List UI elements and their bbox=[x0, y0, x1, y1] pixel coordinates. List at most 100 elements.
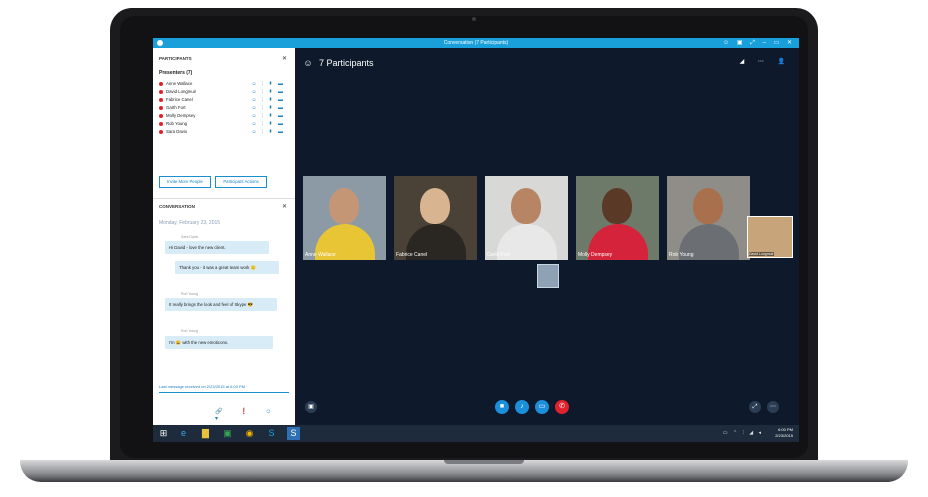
hang-up-button[interactable]: ✆ bbox=[555, 400, 569, 414]
message-sender: Rob Young bbox=[181, 292, 199, 296]
window-controls[interactable]: ☺ ▣ ⤢ – ▭ ✕ bbox=[723, 38, 795, 48]
presenters-label: Presenters (7) bbox=[159, 70, 193, 76]
video-tile-name: Anne Wallace bbox=[305, 252, 336, 258]
title-bar: Conversation (7 Participants) ☺ ▣ ⤢ – ▭ … bbox=[153, 38, 799, 48]
browser-icon[interactable]: e bbox=[177, 427, 190, 440]
participants-header: PARTICIPANTS bbox=[159, 56, 192, 61]
active-speaker-tile[interactable]: David Longmuir bbox=[747, 216, 793, 258]
video-tile-name: Molly Dempsey bbox=[578, 252, 613, 258]
participant-status-icons: ☺ ⫶ ▮ ▬ bbox=[251, 129, 285, 135]
chat-button[interactable]: ▣ bbox=[305, 401, 317, 413]
participant-name: Fabrice Canel bbox=[166, 97, 193, 102]
participant-status-icons: ☺ ⫶ ▮ ▬ bbox=[251, 81, 285, 87]
chat-message: I'm 😀 with the new emoticons. bbox=[165, 336, 273, 349]
participant-row[interactable]: Rob Young ☺ ⫶ ▮ ▬ bbox=[159, 120, 289, 128]
emoticon-icon[interactable]: ☺ bbox=[265, 409, 279, 415]
participant-row[interactable]: Sara Davis ☺ ⫶ ▮ ▬ bbox=[159, 128, 289, 136]
file-explorer-icon[interactable]: ▇ bbox=[199, 427, 212, 440]
side-pane: PARTICIPANTS ✕ Presenters (7) Anne Walla… bbox=[153, 48, 295, 425]
chat-message: Hi David - love the new client. bbox=[165, 241, 269, 254]
compose-divider bbox=[159, 392, 289, 393]
participants-count: 7 Participants bbox=[319, 58, 374, 68]
last-message-status: Last message received on 2/23/2015 at 6:… bbox=[159, 384, 246, 389]
self-preview[interactable] bbox=[537, 264, 559, 288]
participants-icon[interactable]: ☺ bbox=[303, 58, 313, 68]
close-participants-button[interactable]: ✕ bbox=[282, 55, 287, 62]
presence-icon bbox=[159, 81, 163, 86]
video-gallery: Anne Wallace Fabrice Canel Garth Fort Mo… bbox=[303, 176, 799, 260]
taskbar: ⊞ e ▇ ▣ ◉ S S ▭ ⌃ ⫶ ◢ ◂ 6:00 PM 2/23/201… bbox=[153, 425, 799, 442]
conversation-header: CONVERSATION bbox=[159, 204, 195, 209]
presence-icon bbox=[159, 105, 163, 110]
clock[interactable]: 6:00 PM 2/23/2015 bbox=[775, 427, 793, 439]
participant-status-icons: ☺ ⫶ ▮ ▬ bbox=[251, 89, 285, 95]
participant-face bbox=[329, 188, 359, 224]
more-button[interactable]: ⋯ bbox=[767, 401, 779, 413]
divider bbox=[153, 198, 295, 199]
window-title: Conversation (7 Participants) bbox=[443, 40, 509, 46]
conversation-date: Monday, February 23, 2015 bbox=[159, 220, 221, 226]
clock-date: 2/23/2015 bbox=[775, 433, 793, 438]
chat-message: Thank you - it was a great team work 🙂 bbox=[175, 261, 279, 274]
video-tile-name: David Longmuir bbox=[749, 252, 774, 256]
video-button[interactable]: ■ bbox=[495, 400, 509, 414]
participant-name: Rob Young bbox=[166, 121, 188, 126]
participant-list: Anne Wallace ☺ ⫶ ▮ ▬ David Longmuir ☺ ⫶ ▮ … bbox=[159, 80, 289, 136]
invite-more-people-button[interactable]: Invite More People bbox=[159, 176, 211, 188]
participant-status-icons: ☺ ⫶ ▮ ▬ bbox=[251, 121, 285, 127]
video-tile[interactable]: Rob Young bbox=[667, 176, 750, 260]
pop-out-button[interactable]: ⤢ bbox=[749, 401, 761, 413]
message-sender: Rob Young bbox=[181, 329, 199, 333]
participant-name: David Longmuir bbox=[166, 89, 197, 94]
participant-row[interactable]: David Longmuir ☺ ⫶ ▮ ▬ bbox=[159, 88, 289, 96]
skype-icon[interactable]: S bbox=[265, 427, 278, 440]
signal-icon[interactable]: ◢ ⋯ bbox=[740, 59, 770, 65]
attach-icon[interactable]: 🔗 bbox=[215, 408, 230, 415]
chat-message: It really brings the look and feel of Sk… bbox=[165, 298, 277, 311]
chrome-icon[interactable]: ◉ bbox=[243, 427, 256, 440]
store-icon[interactable]: ▣ bbox=[221, 427, 234, 440]
participant-row[interactable]: Anne Wallace ☺ ⫶ ▮ ▬ bbox=[159, 80, 289, 88]
stage-header: ☺ 7 Participants bbox=[303, 58, 374, 68]
participant-status-icons: ☺ ⫶ ▮ ▬ bbox=[251, 105, 285, 111]
camera bbox=[472, 17, 476, 21]
presence-icon bbox=[159, 113, 163, 118]
video-stage: ☺ 7 Participants ◢ ⋯ 👤 Anne Wallace Fabri… bbox=[295, 48, 799, 425]
video-tile-name: Rob Young bbox=[669, 252, 694, 258]
system-tray-icons[interactable]: ▭ ⌃ ⫶ ◢ ◂ bbox=[723, 430, 763, 436]
participant-status-icons: ☺ ⫶ ▮ ▬ bbox=[251, 113, 285, 119]
participant-row[interactable]: Molly Dempsey ☺ ⫶ ▮ ▬ bbox=[159, 112, 289, 120]
participant-row[interactable]: Fabrice Canel ☺ ⫶ ▮ ▬ bbox=[159, 96, 289, 104]
presence-icon bbox=[159, 121, 163, 126]
video-tile-name: Garth Fort bbox=[487, 252, 510, 258]
screen: Conversation (7 Participants) ☺ ▣ ⤢ – ▭ … bbox=[153, 38, 799, 442]
participant-name: Sara Davis bbox=[166, 129, 188, 134]
start-button[interactable]: ⊞ bbox=[157, 427, 170, 440]
video-tile-name: Fabrice Canel bbox=[396, 252, 428, 258]
add-person-icon[interactable]: 👤 bbox=[778, 59, 791, 65]
video-tile[interactable]: Garth Fort bbox=[485, 176, 568, 260]
stage-header-tools: ◢ ⋯ 👤 bbox=[740, 58, 791, 65]
share-screen-button[interactable]: ▭ bbox=[535, 400, 549, 414]
laptop-base bbox=[20, 460, 908, 482]
video-tile[interactable]: Anne Wallace bbox=[303, 176, 386, 260]
participant-name: Molly Dempsey bbox=[166, 113, 196, 118]
participant-status-icons: ☺ ⫶ ▮ ▬ bbox=[251, 97, 285, 103]
video-tile[interactable]: Fabrice Canel bbox=[394, 176, 477, 260]
participant-face bbox=[511, 188, 541, 224]
mic-button[interactable]: ♪ bbox=[515, 400, 529, 414]
skype-for-business-icon[interactable]: S bbox=[287, 427, 300, 440]
message-sender: Sara Davis bbox=[181, 235, 199, 239]
presence-icon bbox=[159, 97, 163, 102]
close-conversation-button[interactable]: ✕ bbox=[282, 203, 287, 210]
more-options-icon[interactable]: ▾ bbox=[215, 415, 226, 422]
presence-icon bbox=[159, 89, 163, 94]
participant-actions-button[interactable]: Participant Actions bbox=[215, 176, 267, 188]
participant-face bbox=[693, 188, 723, 224]
participant-name: Anne Wallace bbox=[166, 81, 193, 86]
base-notch bbox=[444, 460, 524, 464]
participant-name: Garth Fort bbox=[166, 105, 186, 110]
important-icon[interactable]: ❗ bbox=[240, 408, 255, 415]
participant-row[interactable]: Garth Fort ☺ ⫶ ▮ ▬ bbox=[159, 104, 289, 112]
video-tile[interactable]: Molly Dempsey bbox=[576, 176, 659, 260]
